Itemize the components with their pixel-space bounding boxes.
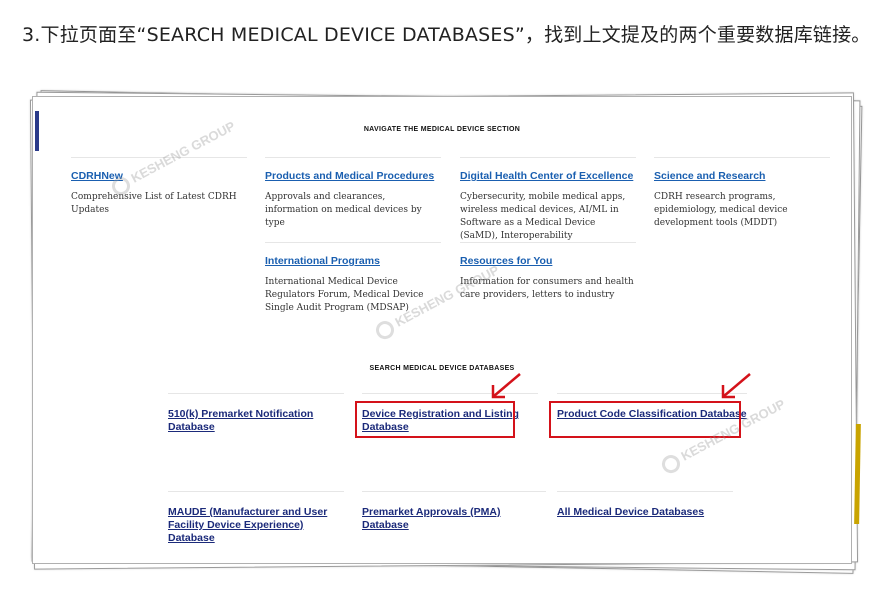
nav-link-products[interactable]: Products and Medical Procedures bbox=[265, 170, 441, 182]
db-link-pma[interactable]: Premarket Approvals (PMA) Database bbox=[362, 506, 546, 532]
navigate-heading: NAVIGATE THE MEDICAL DEVICE SECTION bbox=[363, 126, 521, 133]
db-card-510k: 510(k) Premarket Notification Database bbox=[168, 393, 344, 434]
db-link-all-databases[interactable]: All Medical Device Databases bbox=[557, 506, 733, 519]
red-arrow-icon bbox=[491, 373, 521, 399]
db-card-maude: MAUDE (Manufacturer and User Facility De… bbox=[168, 491, 344, 545]
nav-card-products: Products and Medical Procedures Approval… bbox=[265, 157, 441, 230]
nav-card-desc: Cybersecurity, mobile medical apps, wire… bbox=[460, 192, 626, 241]
db-card-pma: Premarket Approvals (PMA) Database bbox=[362, 491, 546, 532]
nav-card-science: Science and Research CDRH research progr… bbox=[654, 157, 830, 230]
nav-card-desc: Comprehensive List of Latest CDRH Update… bbox=[71, 192, 237, 215]
nav-card-desc: Approvals and clearances, information on… bbox=[265, 192, 422, 228]
db-link-510k[interactable]: 510(k) Premarket Notification Database bbox=[168, 408, 344, 434]
instruction-text: 3.下拉页面至“SEARCH MEDICAL DEVICE DATABASES”… bbox=[22, 24, 871, 46]
db-card-all: All Medical Device Databases bbox=[557, 491, 733, 519]
fda-page: NAVIGATE THE MEDICAL DEVICE SECTION CDRH… bbox=[32, 96, 852, 564]
nav-card-digital-health: Digital Health Center of Excellence Cybe… bbox=[460, 157, 636, 243]
nav-card-desc: CDRH research programs, epidemiology, me… bbox=[654, 192, 788, 228]
highlight-box-registration bbox=[355, 401, 515, 438]
red-arrow-icon bbox=[721, 373, 751, 399]
page-edge-accent bbox=[854, 423, 861, 525]
screenshot-frame: NAVIGATE THE MEDICAL DEVICE SECTION CDRH… bbox=[28, 90, 864, 574]
nav-link-science[interactable]: Science and Research bbox=[654, 170, 830, 182]
db-link-maude[interactable]: MAUDE (Manufacturer and User Facility De… bbox=[168, 506, 344, 545]
nav-link-international[interactable]: International Programs bbox=[265, 255, 441, 267]
nav-link-digital-health[interactable]: Digital Health Center of Excellence bbox=[460, 170, 636, 182]
